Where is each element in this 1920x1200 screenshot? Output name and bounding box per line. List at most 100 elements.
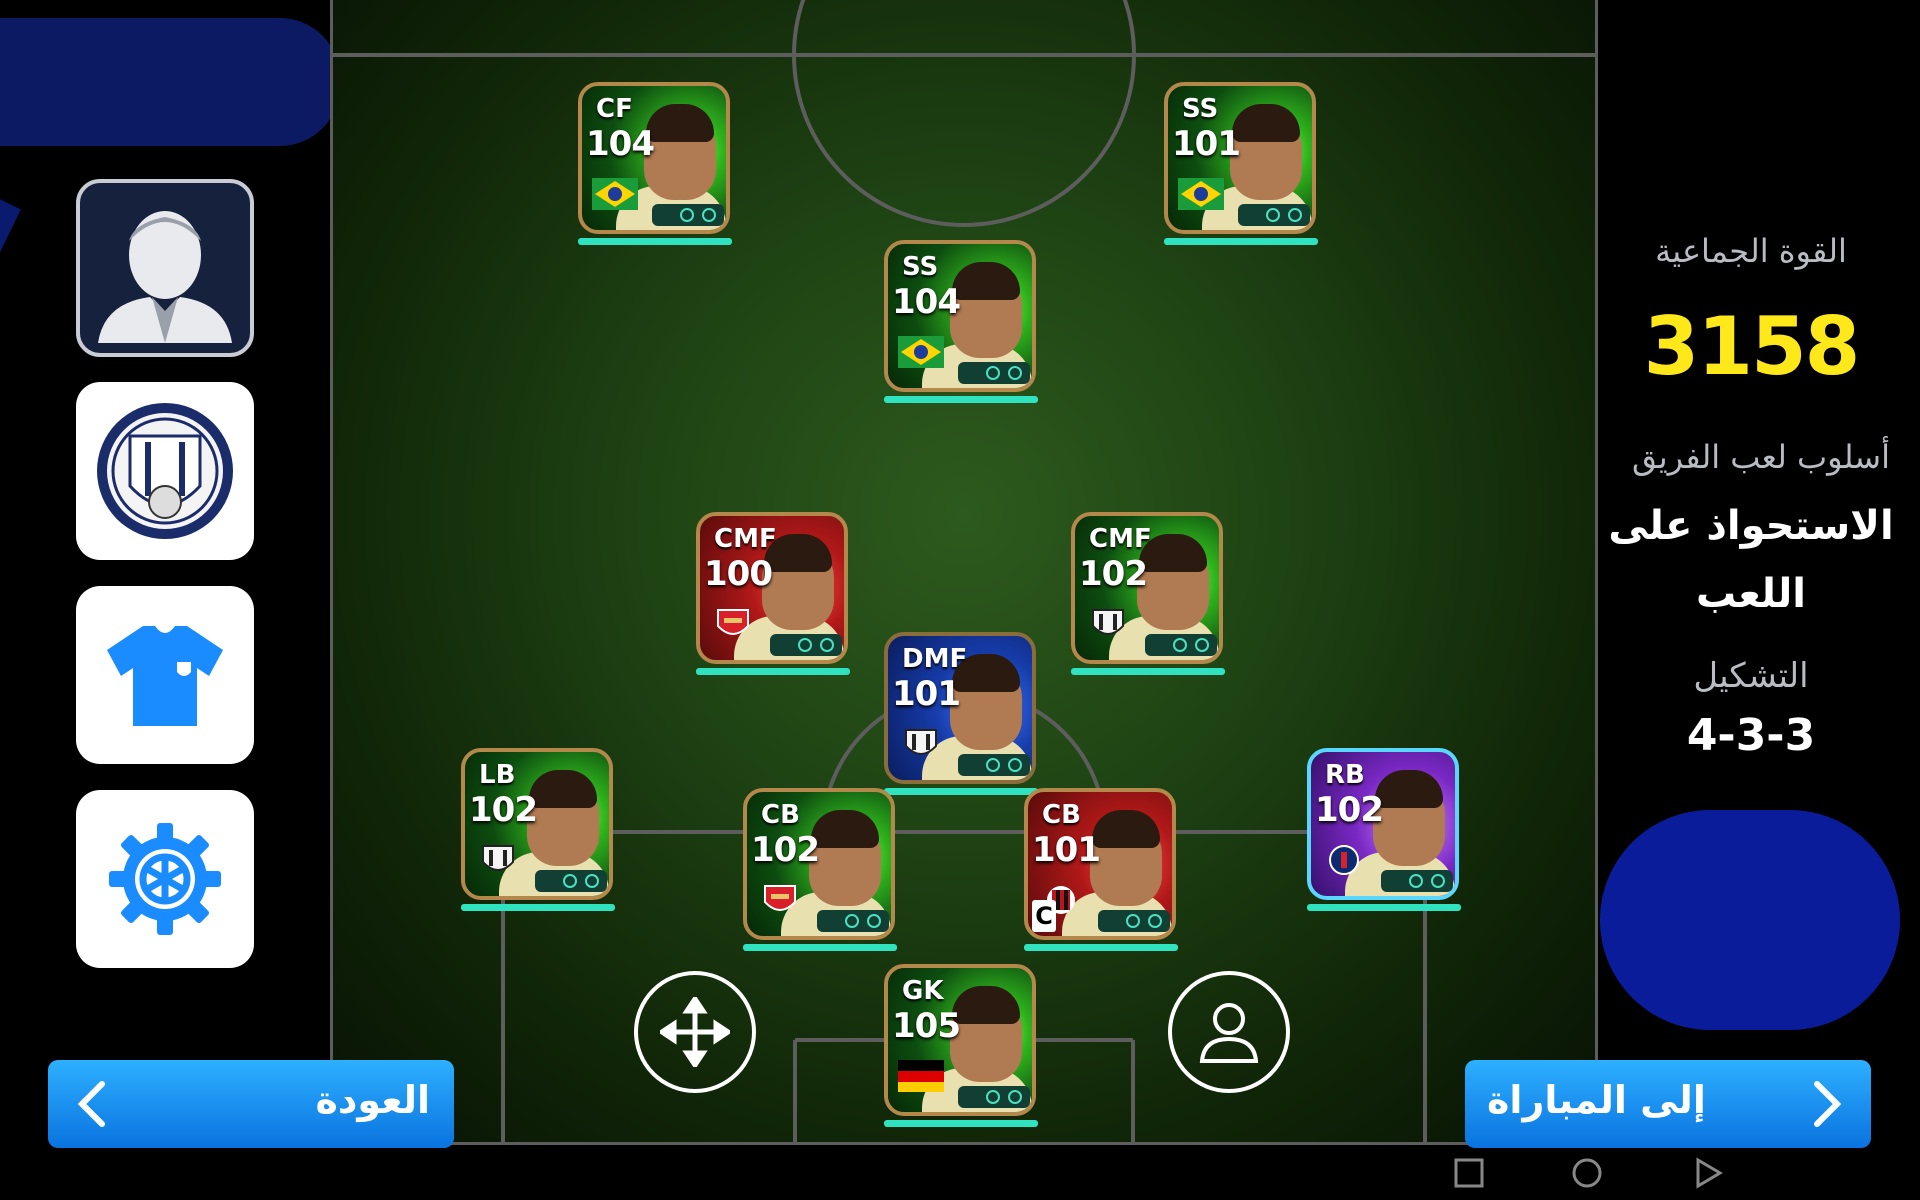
player-position: DMF	[902, 644, 968, 674]
jersey-icon	[107, 626, 223, 726]
player-photo-hair	[1375, 770, 1443, 808]
psg-crest-icon	[1329, 845, 1359, 875]
manager-avatar-icon	[90, 193, 240, 343]
back-nav-icon[interactable]	[1692, 1156, 1726, 1190]
player-card[interactable]: CMF 100	[696, 512, 848, 664]
skill-dot-icon	[867, 914, 881, 928]
formation-value[interactable]: 4-3-3	[1596, 710, 1906, 761]
chevron-left-icon	[77, 1081, 105, 1127]
player-condition-bar	[578, 238, 732, 245]
skill-dot-icon	[1195, 638, 1209, 652]
player-rating: 101	[1172, 124, 1241, 164]
brazil-flag-icon	[592, 178, 638, 210]
to-match-button-label: إلى المباراة	[1487, 1078, 1706, 1122]
skill-dot-icon	[820, 638, 834, 652]
club-emblem-icon	[97, 403, 233, 539]
player-rating: 101	[1032, 830, 1101, 870]
player-card[interactable]: SS 104	[884, 240, 1036, 392]
settings-button[interactable]	[76, 790, 254, 968]
recent-apps-icon[interactable]	[1452, 1156, 1486, 1190]
skill-dot-icon	[1173, 638, 1187, 652]
skill-dot-icon	[1008, 1090, 1022, 1104]
player-card[interactable]: CB 101 C	[1024, 788, 1176, 940]
club-crest-icon	[482, 845, 514, 871]
player-rating: 102	[751, 830, 820, 870]
player-rating: 102	[469, 790, 538, 830]
brazil-flag-icon	[1178, 178, 1224, 210]
formation-label: التشكيل	[1693, 656, 1809, 696]
background-stripe	[0, 170, 21, 713]
player-card[interactable]: CMF 102	[1071, 512, 1223, 664]
player-card[interactable]: DMF 101	[884, 632, 1036, 784]
player-position: SS	[1182, 94, 1219, 124]
team-info-panel: القوة الجماعية 3158 أسلوب لعب الفريق الا…	[1596, 0, 1920, 1142]
player-card[interactable]: CB 102	[743, 788, 895, 940]
brazil-flag-icon	[898, 336, 944, 368]
player-condition-bar	[1024, 944, 1178, 951]
player-rating: 102	[1315, 790, 1384, 830]
team-playstyle-value[interactable]: الاستحواذ على اللعب	[1596, 492, 1906, 628]
to-match-button[interactable]: إلى المباراة	[1465, 1060, 1871, 1148]
skill-dot-icon	[1409, 874, 1423, 888]
player-condition-bar	[743, 944, 897, 951]
player-position: CB	[1042, 800, 1081, 830]
player-condition-bar	[1071, 668, 1225, 675]
chevron-right-icon	[1814, 1081, 1842, 1127]
player-rating: 105	[892, 1006, 961, 1046]
club-crest-icon	[905, 729, 937, 755]
player-condition-bar	[1164, 238, 1318, 245]
arsenal-crest-icon	[764, 885, 796, 911]
skill-dot-icon	[1008, 758, 1022, 772]
club-emblem-button[interactable]	[76, 382, 254, 560]
player-photo-hair	[1232, 104, 1300, 142]
skill-dot-icon	[798, 638, 812, 652]
team-strength-label: القوة الجماعية	[1655, 232, 1847, 270]
player-photo-hair	[1092, 810, 1160, 848]
player-photo-hair	[646, 104, 714, 142]
player-card[interactable]: GK 105	[884, 964, 1036, 1116]
skill-dot-icon	[680, 208, 694, 222]
player-photo-hair	[952, 986, 1020, 1024]
system-nav-bar	[1440, 1150, 1740, 1198]
background-stripe	[0, 18, 340, 146]
player-card[interactable]: SS 101	[1164, 82, 1316, 234]
player-photo-hair	[811, 810, 879, 848]
back-button[interactable]: العودة	[48, 1060, 454, 1148]
player-photo-hair	[952, 262, 1020, 300]
back-button-label: العودة	[315, 1078, 430, 1122]
skill-dot-icon	[1288, 208, 1302, 222]
player-position: SS	[902, 252, 939, 282]
player-photo-hair	[529, 770, 597, 808]
skill-dot-icon	[986, 366, 1000, 380]
player-position: CF	[596, 94, 633, 124]
player-position: CB	[761, 800, 800, 830]
move-arrows-icon	[660, 997, 730, 1067]
playstyle-line-1: الاستحواذ على	[1608, 503, 1894, 549]
player-position: CMF	[1089, 524, 1152, 554]
skill-dot-icon	[1126, 914, 1140, 928]
team-strength-value: 3158	[1643, 300, 1861, 393]
skill-dot-icon	[986, 758, 1000, 772]
playstyle-line-2: اللعب	[1696, 571, 1806, 617]
skill-dot-icon	[563, 874, 577, 888]
home-icon[interactable]	[1570, 1156, 1604, 1190]
move-players-button[interactable]	[634, 971, 756, 1093]
club-crest-icon	[1092, 609, 1124, 635]
player-card[interactable]: RB 102	[1307, 748, 1459, 900]
gear-icon	[109, 823, 221, 935]
player-profile-button[interactable]	[1168, 971, 1290, 1093]
player-card[interactable]: LB 102	[461, 748, 613, 900]
player-condition-bar	[1307, 904, 1461, 911]
player-rating: 101	[892, 674, 961, 714]
player-card[interactable]: CF 104	[578, 82, 730, 234]
team-kit-button[interactable]	[76, 586, 254, 764]
player-rating: 104	[586, 124, 655, 164]
germany-flag-icon	[898, 1060, 944, 1092]
skill-dot-icon	[1008, 366, 1022, 380]
player-condition-bar	[884, 788, 1038, 795]
player-position: LB	[479, 760, 516, 790]
player-condition-bar	[696, 668, 850, 675]
manager-avatar-button[interactable]	[76, 179, 254, 357]
player-rating: 104	[892, 282, 961, 322]
skill-dot-icon	[1431, 874, 1445, 888]
